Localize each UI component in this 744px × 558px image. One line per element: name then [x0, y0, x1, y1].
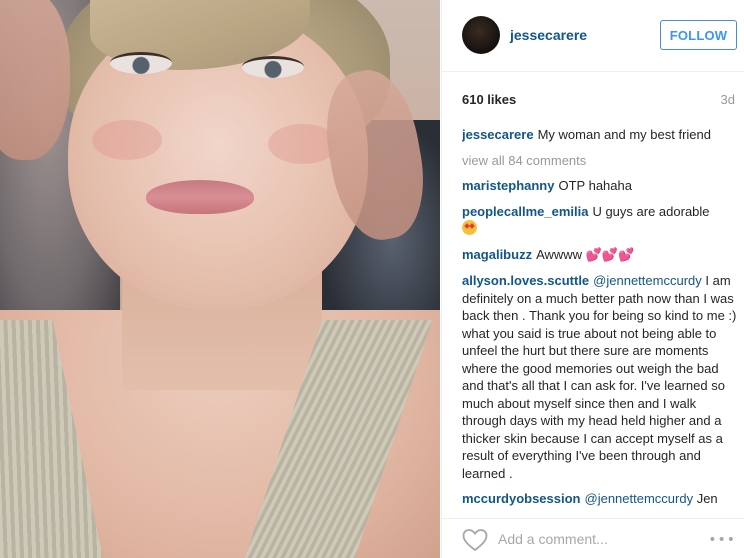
comments-list: jessecarere My woman and my best friend v…: [462, 126, 740, 512]
post-photo[interactable]: [0, 0, 440, 558]
two-hearts-emoji-icon: 💕💕💕: [585, 247, 635, 263]
view-all-comments-link[interactable]: view all 84 comments: [462, 152, 740, 170]
photo-subject-eye: [242, 56, 304, 78]
more-options-icon[interactable]: •••: [708, 532, 736, 548]
comment-item: mccurdyobsession @jennettemccurdy Jen: [462, 490, 740, 508]
comment-item: maristephanny OTP hahaha: [462, 177, 740, 195]
comment-username[interactable]: magalibuzz: [462, 247, 532, 262]
user-avatar[interactable]: [462, 16, 500, 54]
comment-text: I am definitely on a much better path no…: [462, 273, 737, 481]
comment-item: allyson.loves.scuttle @jennettemccurdy I …: [462, 272, 740, 482]
comment-username[interactable]: allyson.loves.scuttle: [462, 273, 589, 288]
comment-mention[interactable]: @jennettemccurdy: [593, 273, 702, 288]
comment-username[interactable]: maristephanny: [462, 178, 554, 193]
caption: jessecarere My woman and my best friend: [462, 126, 740, 144]
comment-username[interactable]: peoplecallme_emilia: [462, 204, 588, 219]
photo-subject-lips: [146, 180, 254, 214]
like-heart-icon[interactable]: [462, 528, 488, 552]
likes-count[interactable]: 610 likes: [462, 92, 516, 107]
post-footer: •••: [442, 518, 744, 558]
header-username[interactable]: jessecarere: [510, 27, 587, 43]
comment-item: peoplecallme_emilia U guys are adorable: [462, 203, 740, 238]
comment-text: OTP hahaha: [558, 178, 632, 193]
heart-eyes-emoji-icon: [462, 220, 477, 235]
comment-text: Jen: [696, 491, 718, 506]
comment-username[interactable]: jessecarere: [462, 127, 534, 142]
comment-text: U guys are adorable: [592, 203, 710, 219]
comment-username[interactable]: mccurdyobsession: [462, 491, 581, 506]
caption-text: My woman and my best friend: [537, 127, 711, 142]
comment-text: Awwww: [536, 246, 583, 262]
comment-item: magalibuzz Awwww 💕💕💕: [462, 246, 740, 265]
post-side-panel: jessecarere FOLLOW 610 likes 3d jessecar…: [441, 0, 744, 558]
follow-button[interactable]: FOLLOW: [660, 20, 737, 50]
photo-subject-cheek: [92, 120, 162, 160]
add-comment-input[interactable]: [498, 526, 698, 552]
photo-subject-eye: [110, 52, 172, 74]
comment-mention[interactable]: @jennettemccurdy: [585, 491, 694, 506]
post-header: jessecarere FOLLOW: [442, 0, 744, 72]
post-age: 3d: [720, 92, 735, 107]
